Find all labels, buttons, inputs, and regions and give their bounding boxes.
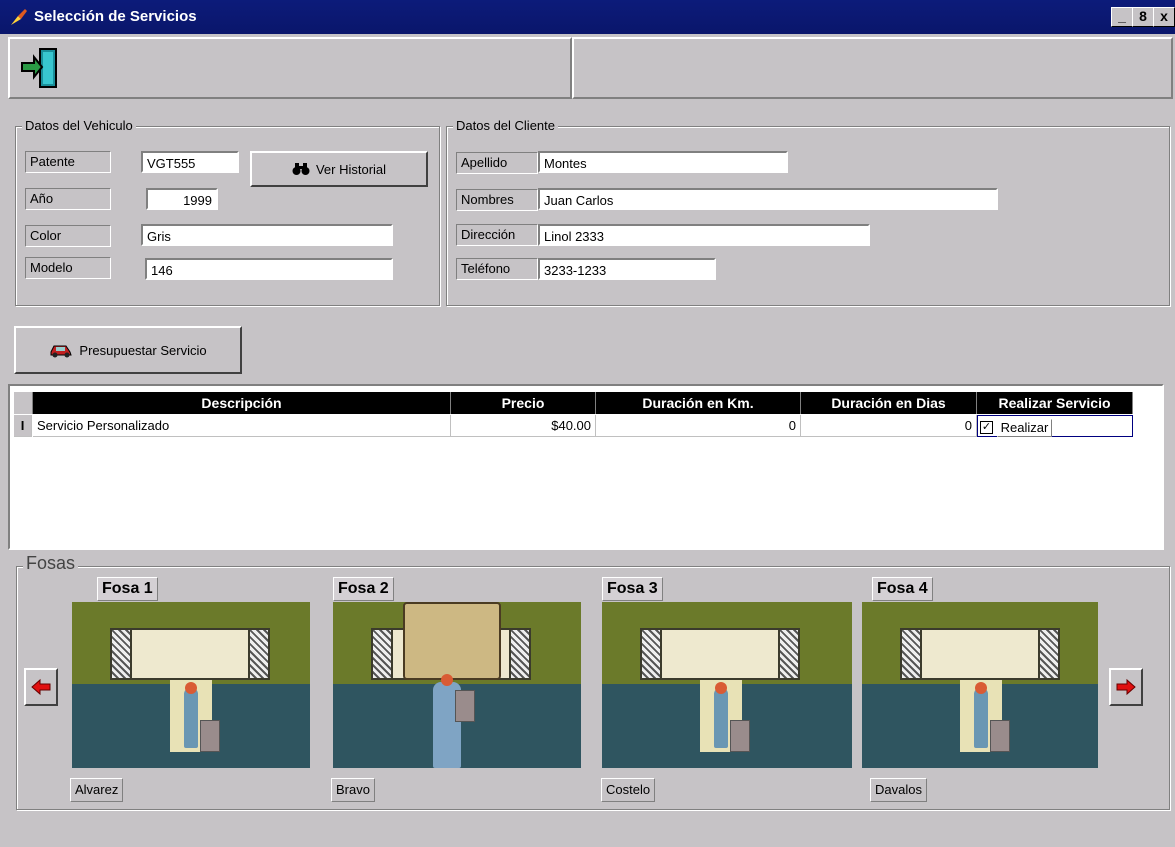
- presupuestar-servicio-button[interactable]: Presupuestar Servicio: [14, 326, 242, 374]
- cell-realizar[interactable]: ✓ Realizar: [977, 415, 1133, 437]
- next-arrow-button[interactable]: [1109, 668, 1143, 706]
- fosa-3-image[interactable]: [602, 602, 852, 768]
- minimize-button[interactable]: _: [1111, 7, 1133, 27]
- telefono-label: Teléfono: [456, 258, 538, 280]
- column-header-km[interactable]: Duración en Km.: [596, 392, 801, 414]
- cell-dias[interactable]: 0: [801, 415, 977, 437]
- realizar-label: Realizar: [996, 418, 1053, 437]
- app-icon: [11, 9, 27, 25]
- realizar-checkbox[interactable]: ✓: [980, 421, 993, 435]
- toolbar: [8, 37, 572, 99]
- grid-corner: [14, 392, 33, 414]
- client-group-title: Datos del Cliente: [453, 118, 558, 133]
- prev-arrow-button[interactable]: [24, 668, 58, 706]
- fosa-2-title: Fosa 2: [333, 577, 394, 601]
- patente-label: Patente: [25, 151, 111, 173]
- fosa-2-image[interactable]: [333, 602, 581, 768]
- fosa-4-image[interactable]: [862, 602, 1098, 768]
- car-icon: [50, 345, 73, 358]
- anio-field[interactable]: 1999: [146, 188, 218, 210]
- services-grid[interactable]: Descripción Precio Duración en Km. Durac…: [8, 384, 1164, 550]
- fosa-1-title: Fosa 1: [97, 577, 158, 601]
- column-header-realizar[interactable]: Realizar Servicio: [977, 392, 1133, 414]
- toolbar-right: [572, 37, 1173, 99]
- apellido-field[interactable]: Montes: [538, 151, 788, 173]
- anio-label: Año: [25, 188, 111, 210]
- title-bar: Selección de Servicios _ 8 x: [0, 0, 1175, 34]
- nombres-field[interactable]: Juan Carlos: [538, 188, 998, 210]
- fosa-4-title: Fosa 4: [872, 577, 933, 601]
- exit-icon: [21, 48, 57, 88]
- arrow-left-icon: [31, 678, 51, 696]
- arrow-right-icon: [1116, 678, 1136, 696]
- fosa-2-person: Bravo: [331, 778, 375, 802]
- fosa-1-person: Alvarez: [70, 778, 124, 802]
- column-header-precio[interactable]: Precio: [451, 392, 596, 414]
- close-button[interactable]: x: [1153, 7, 1175, 27]
- column-header-dias[interactable]: Duración en Dias: [801, 392, 977, 414]
- color-label: Color: [25, 225, 111, 247]
- fosa-3-title: Fosa 3: [602, 577, 663, 601]
- vehicle-group-title: Datos del Vehiculo: [22, 118, 136, 133]
- cell-descripcion[interactable]: Servicio Personalizado: [33, 415, 451, 437]
- row-marker[interactable]: I: [14, 415, 32, 437]
- binoculars-icon: [292, 163, 310, 175]
- apellido-label: Apellido: [456, 152, 538, 174]
- fosa-1-image[interactable]: [72, 602, 310, 768]
- direccion-label: Dirección: [456, 224, 538, 246]
- modelo-field[interactable]: 146: [145, 258, 393, 280]
- column-header-descripcion[interactable]: Descripción: [33, 392, 451, 414]
- modelo-label: Modelo: [25, 257, 111, 279]
- telefono-field[interactable]: 3233-1233: [538, 258, 716, 280]
- fosas-group-title: Fosas: [23, 553, 79, 574]
- exit-button[interactable]: [18, 45, 64, 91]
- maximize-button[interactable]: 8: [1132, 7, 1154, 27]
- cell-km[interactable]: 0: [596, 415, 801, 437]
- ver-historial-button[interactable]: Ver Historial: [250, 151, 428, 187]
- color-field[interactable]: Gris: [141, 224, 393, 246]
- window-title: Selección de Servicios: [34, 8, 197, 25]
- patente-field[interactable]: VGT555: [141, 151, 239, 173]
- nombres-label: Nombres: [456, 189, 538, 211]
- ver-historial-label: Ver Historial: [315, 161, 387, 177]
- fosa-3-person: Costelo: [601, 778, 656, 802]
- direccion-field[interactable]: Linol 2333: [538, 224, 870, 246]
- cell-precio[interactable]: $40.00: [451, 415, 596, 437]
- presupuestar-label: Presupuestar Servicio: [79, 342, 207, 358]
- fosa-4-person: Davalos: [870, 778, 927, 802]
